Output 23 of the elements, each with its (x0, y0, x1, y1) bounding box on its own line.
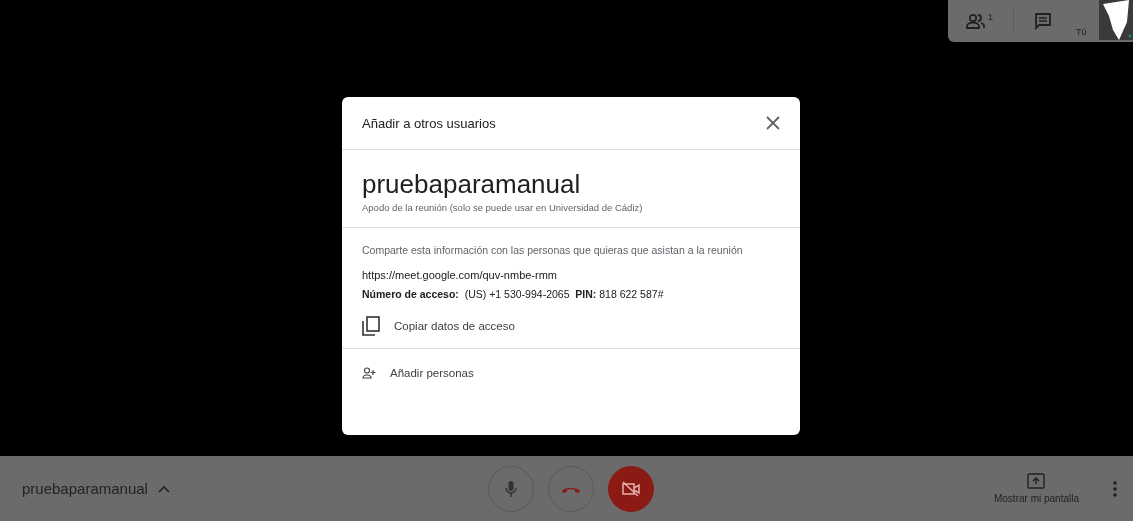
copy-icon (362, 316, 380, 336)
add-people-button[interactable]: Añadir personas (342, 367, 800, 379)
dial-in-info: Número de acceso: (US) +1 530-994-2065 PIN: 818 622 587# (362, 288, 665, 300)
participants-button[interactable]: 1 (966, 13, 993, 29)
more-icon[interactable] (1113, 480, 1117, 497)
caret-icon (157, 484, 170, 493)
people-icon (966, 13, 988, 29)
close-icon[interactable] (766, 116, 780, 130)
microphone-icon (505, 480, 517, 498)
self-label: Tú (1076, 27, 1087, 37)
share-instructions: Comparte esta información con las personas que quieras que asistan a la reunión (362, 244, 744, 256)
present-screen-button[interactable]: Mostrar mi pantalla (993, 473, 1079, 504)
camera-off-icon (621, 481, 641, 497)
meeting-name: pruebaparamanual (362, 168, 582, 200)
copy-button[interactable]: Copiar datos de acceso (362, 316, 515, 336)
camera-button[interactable] (608, 466, 654, 512)
present-icon (1027, 473, 1046, 489)
nickname-note: Apodo de la reunión (solo se puede usar en Universidad de Cádiz) (362, 202, 644, 213)
chat-icon[interactable] (1034, 12, 1052, 30)
meeting-details-button[interactable]: pruebaparamanual (22, 480, 170, 497)
dialog-title: Añadir a otros usuarios (362, 115, 496, 131)
microphone-button[interactable] (488, 466, 534, 512)
add-person-icon (362, 367, 376, 379)
